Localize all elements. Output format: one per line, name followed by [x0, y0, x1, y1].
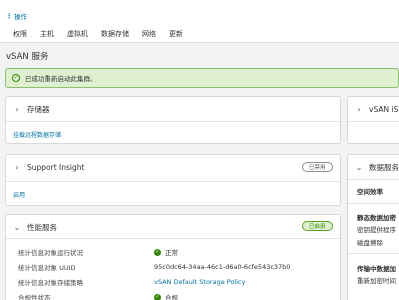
support-insight-card: › Support Insight 已禁用 启用 [5, 154, 341, 206]
storage-policy-link[interactable]: vSAN Default Storage Policy [154, 277, 245, 287]
storage-card-title: 存储器 [27, 104, 50, 114]
alert-message: 已成功重新启动此集群。 [25, 75, 97, 83]
kv-value: ✓ 合规 [154, 292, 178, 300]
check-circle-icon: ✓ [154, 248, 161, 256]
tab-datastores[interactable]: 数据存储 [101, 29, 129, 42]
support-insight-title: Support Insight [27, 162, 85, 172]
status-badge-enabled: 已启用 [302, 221, 333, 231]
kv-row-uuid: 统计信息对象 UUID 95c0dc64-34aa-46c1-d6a0-6cfe… [18, 262, 290, 272]
kv-label: 统计信息对象存储策略 [18, 279, 83, 287]
actions-menu[interactable]: ⋮ 操作 [6, 11, 27, 21]
data-services-title: 数据服务 [369, 162, 399, 172]
storage-card-header[interactable]: › 存储器 [6, 97, 340, 121]
storage-card: › 存储器 挂载远程数据存储 [5, 96, 341, 144]
chevron-right-icon: › [15, 104, 19, 114]
enable-link[interactable]: 启用 [13, 190, 25, 199]
more-icon: ⋮ [6, 12, 13, 20]
tab-bar: 权限 主机 虚拟机 数据存储 网络 更新 [0, 29, 183, 42]
chevron-right-icon: › [15, 162, 19, 172]
kv-value: ✓ 正常 [154, 247, 178, 257]
top-bar: ⋮ 操作 权限 主机 虚拟机 数据存储 网络 更新 [0, 0, 399, 42]
tab-divider [0, 42, 399, 43]
rekey-interval-label: 重新加密时间 [357, 277, 396, 285]
actions-label: 操作 [14, 13, 27, 21]
kv-row-storage-policy: 统计信息对象存储策略 vSAN Default Storage Policy [18, 277, 245, 287]
status-badge-disabled: 已禁用 [302, 162, 333, 172]
check-circle-icon: ✓ [154, 293, 161, 300]
page-title: vSAN 服务 [6, 52, 49, 62]
divider [348, 203, 399, 204]
performance-service-card: ⌄ 性能服务 已启用 统计信息对象运行状况 ✓ 正常 统计信息对象 UUID 9… [5, 214, 341, 300]
divider [348, 179, 399, 180]
data-services-header[interactable]: ⌄ 数据服务 [348, 155, 399, 179]
key-provider-label: 密钥提供程序 [357, 226, 396, 234]
performance-service-header[interactable]: ⌄ 性能服务 [6, 215, 340, 239]
uuid-value: 95c0dc64-34aa-46c1-d6a0-6cfe543c37b0 [154, 263, 291, 271]
tab-permissions[interactable]: 权限 [13, 29, 27, 42]
kv-row-compliance: 合规性状态 ✓ 合规 [18, 292, 178, 300]
support-insight-header[interactable]: › Support Insight [6, 155, 340, 179]
kv-label: 统计信息对象 UUID [18, 264, 76, 272]
chevron-down-icon: ⌄ [355, 162, 363, 172]
divider [6, 238, 340, 239]
success-alert: ✓ 已成功重新启动此集群。 [5, 68, 399, 88]
tab-networks[interactable]: 网络 [142, 29, 156, 42]
divider [348, 121, 399, 122]
kv-label: 统计信息对象运行状况 [18, 249, 83, 257]
tab-vms[interactable]: 虚拟机 [67, 29, 88, 42]
static-encryption-label: 静态数据加密 [357, 214, 396, 222]
divider [348, 253, 399, 254]
check-circle-icon: ✓ [12, 74, 20, 82]
vsan-iscsi-title: vSAN iS [369, 104, 399, 114]
kv-row-health: 统计信息对象运行状况 ✓ 正常 [18, 247, 178, 257]
tab-hosts[interactable]: 主机 [40, 29, 54, 42]
divider [6, 181, 340, 182]
vsan-iscsi-header[interactable]: › vSAN iS [348, 97, 399, 121]
performance-service-title: 性能服务 [27, 222, 57, 232]
divider [6, 121, 340, 122]
kv-label: 合规性状态 [18, 294, 51, 300]
data-services-card: ⌄ 数据服务 空间效率 静态数据加密 密钥提供程序 磁盘擦除 传输中数据加 重新… [347, 154, 399, 300]
vsan-iscsi-card: › vSAN iS [347, 96, 399, 144]
compliance-status-text: 合规 [165, 294, 178, 300]
transit-encryption-label: 传输中数据加 [357, 265, 396, 273]
chevron-right-icon: › [357, 104, 361, 114]
health-status-text: 正常 [165, 249, 178, 257]
space-efficiency-label: 空间效率 [357, 188, 383, 196]
disk-wipe-label: 磁盘擦除 [357, 239, 383, 247]
tab-updates[interactable]: 更新 [169, 29, 183, 42]
chevron-down-icon: ⌄ [13, 222, 21, 232]
mount-remote-datastore-link[interactable]: 挂载远程数据存储 [13, 130, 61, 139]
